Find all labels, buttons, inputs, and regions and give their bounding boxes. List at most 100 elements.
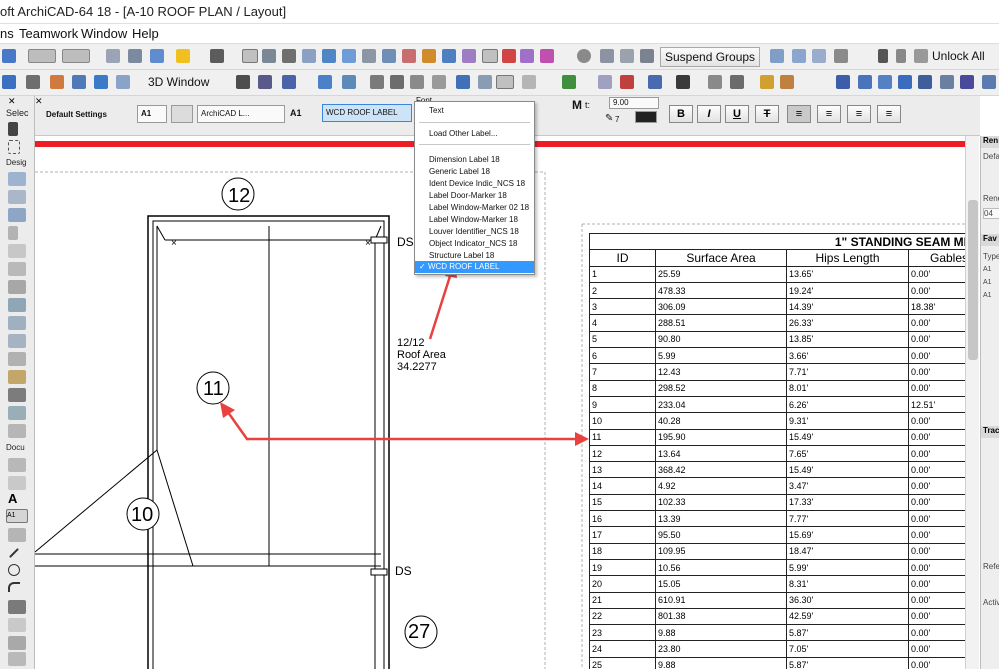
label-tool-active-icon[interactable]: A1 — [6, 509, 28, 523]
distribute-icon[interactable] — [620, 49, 634, 63]
floor-plan-icon[interactable] — [72, 75, 86, 89]
ungroup-icon[interactable] — [540, 49, 554, 63]
strikethrough-button[interactable]: T — [755, 105, 779, 123]
beam-tool-icon[interactable] — [8, 244, 26, 258]
label-type-selector[interactable]: WCD ROOF LABEL — [322, 104, 412, 122]
zoom-in-icon[interactable] — [370, 75, 384, 89]
dropdown-item[interactable]: Generic Label 18 — [415, 166, 534, 178]
cube-icon[interactable] — [918, 75, 932, 89]
arrange-icon[interactable] — [640, 49, 654, 63]
circle-tool-icon[interactable] — [8, 564, 20, 576]
grouping-toggle-icon[interactable] — [482, 49, 498, 63]
model-view-icon[interactable] — [836, 75, 850, 89]
suspend-groups-button[interactable]: Suspend Groups — [660, 47, 761, 67]
zone-icon[interactable] — [940, 75, 954, 89]
drawing-tool-icon[interactable] — [8, 618, 26, 632]
layer-settings-icon[interactable] — [262, 49, 276, 63]
camera-icon[interactable] — [258, 75, 272, 89]
grid-icon[interactable] — [598, 75, 612, 89]
close-tool-icon[interactable] — [282, 49, 296, 63]
orbit-icon[interactable] — [282, 75, 296, 89]
menu-item-help[interactable]: Help — [132, 26, 159, 41]
layout-book-icon[interactable] — [342, 49, 356, 63]
detail-icon[interactable] — [462, 49, 476, 63]
toggle-grid-icon[interactable] — [620, 75, 634, 89]
line-tool-icon[interactable] — [9, 548, 19, 558]
suspend-icon[interactable] — [502, 49, 516, 63]
unlock-icon[interactable] — [896, 49, 906, 63]
publisher-icon[interactable] — [362, 49, 376, 63]
menu-item-teamwork[interactable]: Teamwork — [19, 26, 78, 41]
elevation-view-icon[interactable] — [116, 75, 130, 89]
arc-tool-icon[interactable] — [8, 582, 20, 592]
dropdown-item[interactable]: Object Indicator_NCS 18 — [415, 238, 534, 250]
justify-button[interactable]: ≡ — [877, 105, 901, 123]
box-icon[interactable] — [898, 75, 912, 89]
project-map-icon[interactable] — [322, 49, 336, 63]
mesh-tool-icon[interactable] — [8, 424, 26, 438]
shell-tool-icon[interactable] — [8, 316, 26, 330]
pan-icon[interactable] — [432, 75, 446, 89]
italic-button[interactable]: I — [697, 105, 721, 123]
object-tool-icon[interactable] — [8, 388, 26, 402]
group-three-icon[interactable] — [812, 49, 826, 63]
favorite-item[interactable]: A1 — [983, 279, 999, 286]
dropdown-item[interactable]: Label Window-Marker 02 18 — [415, 202, 534, 214]
scrollbar-thumb[interactable] — [968, 200, 978, 360]
close-panel-icon[interactable]: ✕ — [8, 96, 16, 107]
zoom-out-icon[interactable] — [390, 75, 404, 89]
overflow-icon[interactable] — [982, 75, 996, 89]
lock-circle-icon[interactable] — [577, 49, 591, 63]
render-number-field[interactable]: 04 — [983, 208, 999, 219]
wall-tool-icon[interactable] — [8, 172, 26, 186]
menu-item-window[interactable]: Window — [81, 26, 127, 41]
marker-icon[interactable] — [562, 75, 576, 89]
info-box-close-icon[interactable]: ✕ — [35, 96, 43, 107]
select-toggle-icon[interactable] — [242, 49, 258, 63]
quick-options-icon[interactable] — [648, 75, 662, 89]
trace-icon[interactable] — [128, 49, 142, 63]
dropdown-item-selected[interactable]: ✓ WCD ROOF LABEL — [415, 261, 534, 273]
skylight-tool-icon[interactable] — [8, 334, 26, 348]
align-icon[interactable] — [600, 49, 614, 63]
label-settings-button[interactable]: A1 — [137, 105, 167, 123]
section-view-icon[interactable] — [94, 75, 108, 89]
slab-tool-icon[interactable] — [8, 262, 26, 276]
figure-tool-icon[interactable] — [8, 636, 26, 650]
display-order-icon[interactable] — [210, 49, 224, 63]
pen-number[interactable]: 7 — [615, 115, 619, 124]
report-icon[interactable] — [442, 49, 456, 63]
align-left-button[interactable]: ≡ — [787, 105, 811, 123]
walk-icon[interactable] — [318, 75, 332, 89]
curtain-wall-tool-icon[interactable] — [8, 352, 26, 366]
guide-lines-icon[interactable] — [106, 49, 120, 63]
unlock-all-button[interactable]: Unlock All — [932, 49, 985, 63]
view-map-icon[interactable] — [302, 49, 316, 63]
sun-icon[interactable] — [780, 75, 794, 89]
layers-icon[interactable] — [150, 49, 164, 63]
next-view-icon[interactable] — [478, 75, 492, 89]
dropdown-item[interactable]: Dimension Label 18 — [415, 154, 534, 166]
display-selector-icon[interactable] — [496, 75, 514, 89]
3d-navigate-icon[interactable] — [236, 75, 250, 89]
text-tool-icon[interactable]: A — [8, 492, 26, 506]
dropdown-item[interactable]: Ident Device Indic_NCS 18 — [415, 178, 534, 190]
dropdown-item[interactable]: Louver Identifier_NCS 18 — [415, 226, 534, 238]
favorite-item[interactable]: A1 — [983, 292, 999, 299]
roof-tool-icon[interactable] — [8, 298, 26, 312]
window-tool-icon[interactable] — [8, 208, 26, 222]
dropdown-item[interactable]: Label Window-Marker 18 — [415, 214, 534, 226]
favorites-panel-header[interactable]: Fav — [981, 234, 999, 246]
3d-window-button[interactable]: 3D Window — [144, 73, 213, 93]
fill-tool-icon[interactable] — [8, 528, 26, 542]
level-dimension-tool-icon[interactable] — [8, 476, 26, 490]
grid-snap-icon[interactable] — [62, 49, 90, 63]
render-icon[interactable] — [422, 49, 436, 63]
group-icon[interactable] — [520, 49, 534, 63]
archicad-layer-selector[interactable]: ArchiCAD L... — [197, 105, 285, 123]
group-arrow-icon[interactable] — [770, 49, 784, 63]
partial-structure-icon[interactable] — [878, 75, 892, 89]
vertical-scrollbar[interactable] — [965, 136, 979, 669]
shadow-icon[interactable] — [522, 75, 536, 89]
zone-tool-icon[interactable] — [8, 406, 26, 420]
